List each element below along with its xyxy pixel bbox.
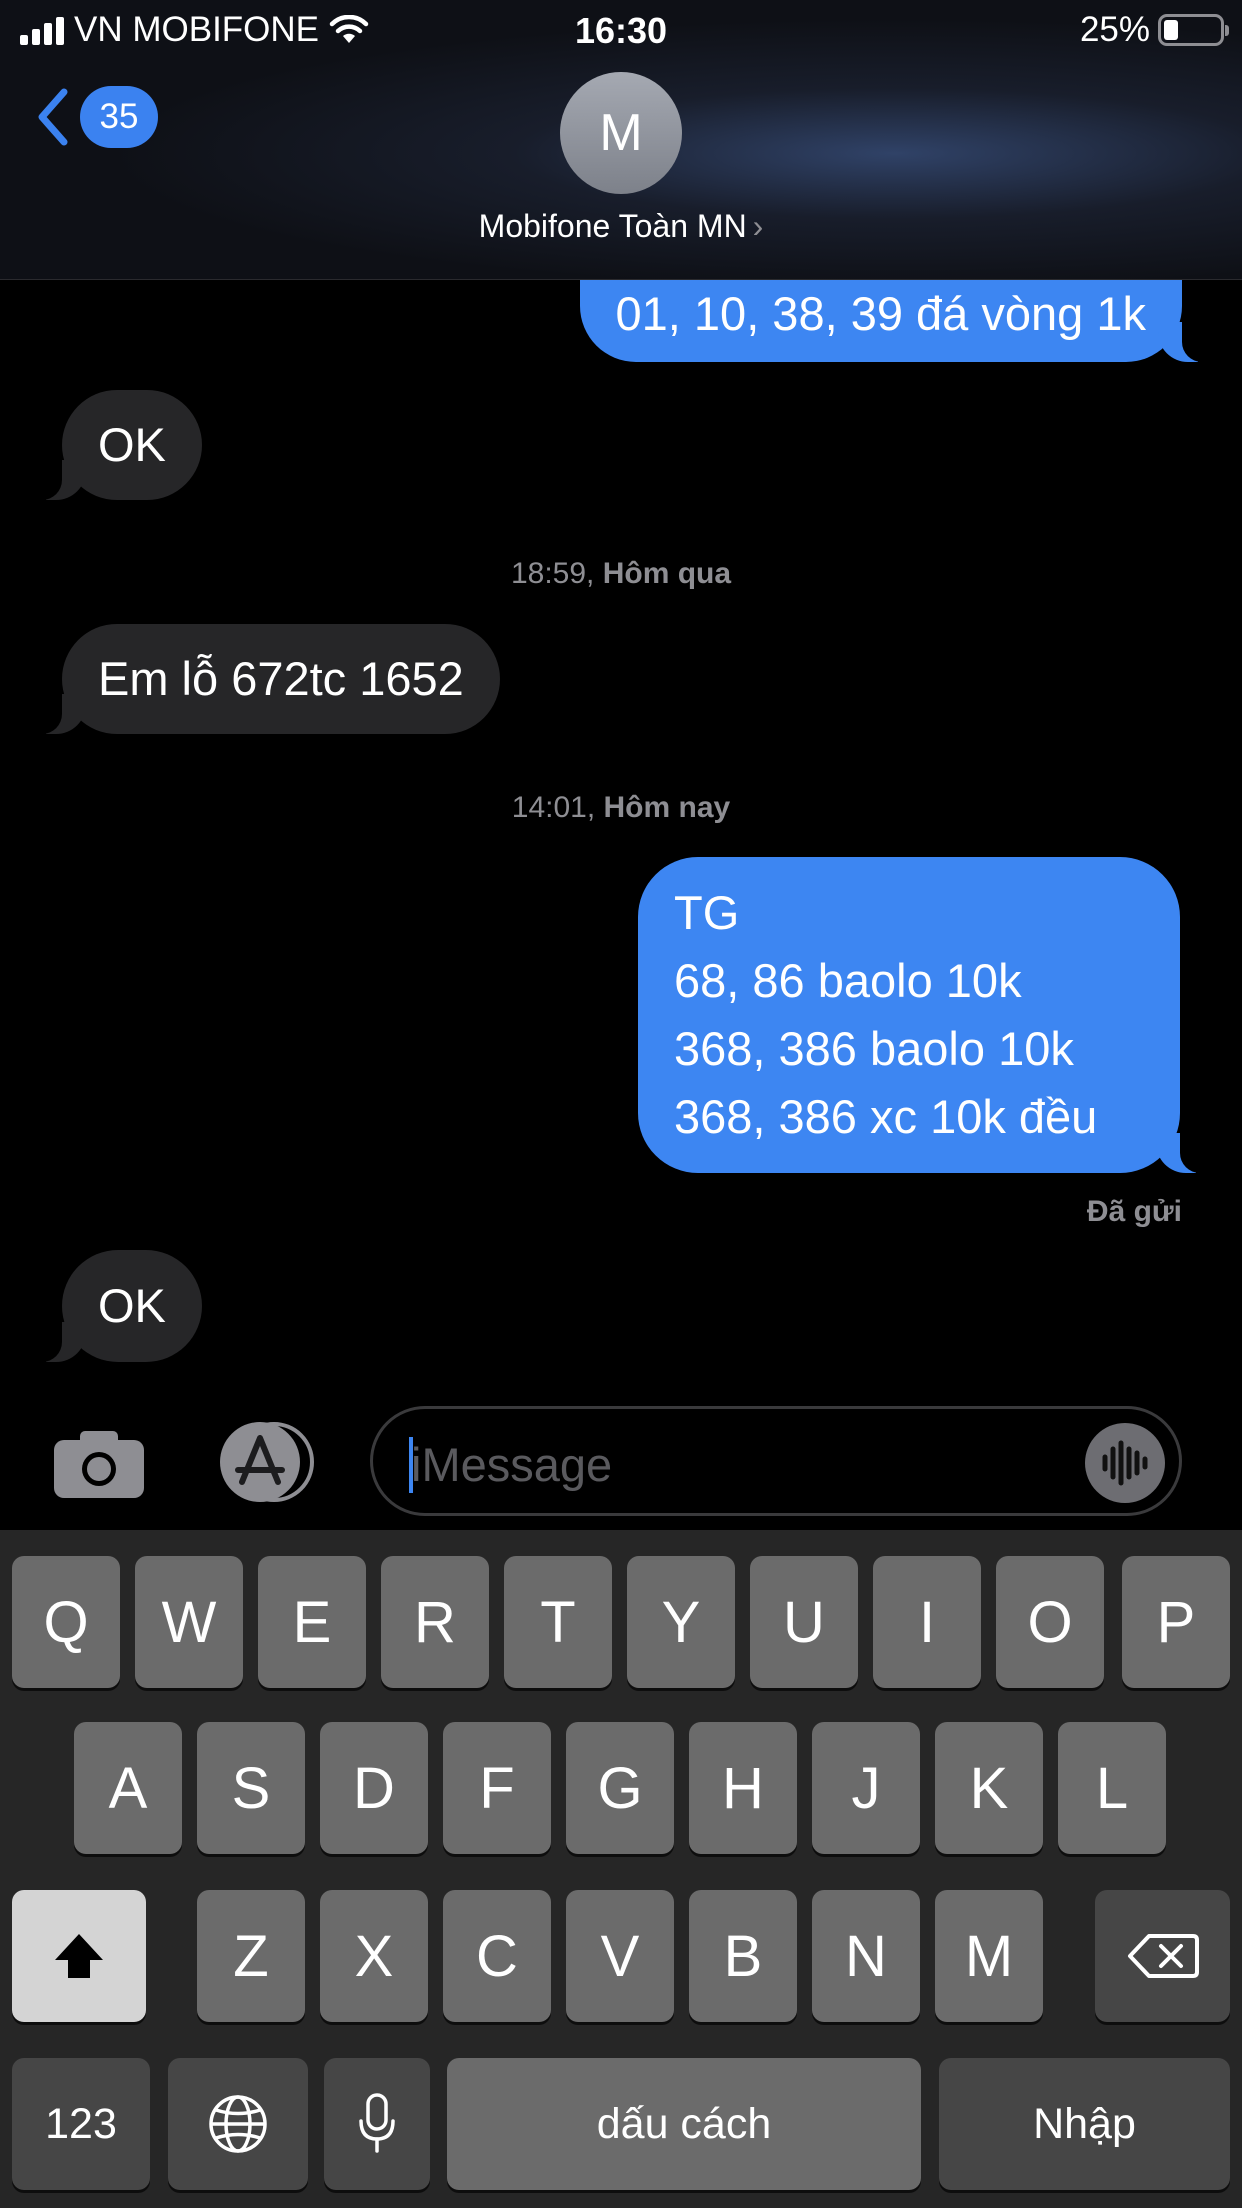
battery-percent: 25%	[1079, 10, 1150, 49]
status-right: 25%	[1079, 10, 1229, 50]
dictation-key[interactable]	[324, 2058, 430, 2190]
key-h[interactable]: H	[689, 1722, 797, 1854]
key-f[interactable]: F	[443, 1722, 551, 1854]
status-time: 16:30	[574, 10, 668, 51]
timestamp-time: 18:59,	[510, 557, 603, 590]
key-i[interactable]: I	[873, 1556, 981, 1688]
numbers-key[interactable]: 123	[12, 2058, 150, 2190]
message-outgoing[interactable]: TG 68, 86 baolo 10k 368, 386 baolo 10k 3…	[638, 857, 1206, 1173]
message-line: 68, 86 baolo 10k	[674, 954, 1022, 1007]
timestamp-time: 14:01,	[511, 791, 604, 824]
message-input[interactable]: iMessage	[370, 1406, 1182, 1516]
backspace-icon	[1127, 1934, 1199, 1978]
key-s[interactable]: S	[197, 1722, 305, 1854]
key-o[interactable]: O	[996, 1556, 1104, 1688]
timestamp-day: Hôm qua	[602, 557, 732, 590]
key-e[interactable]: E	[258, 1556, 366, 1688]
key-p[interactable]: P	[1122, 1556, 1230, 1688]
message-line: TG	[674, 886, 740, 939]
key-w[interactable]: W	[135, 1556, 243, 1688]
app-store-icon[interactable]	[208, 1420, 316, 1504]
message-text: Em lỗ 672tc 1652	[98, 652, 464, 705]
unread-count-badge: 35	[80, 86, 158, 148]
key-q[interactable]: Q	[12, 1556, 120, 1688]
timestamp-day: Hôm nay	[603, 791, 731, 824]
message-incoming[interactable]: OK	[36, 390, 202, 500]
contact-name: Mobifone Toàn MN	[478, 208, 747, 244]
keyboard: Q W E R T Y U I O P A S D F G H J K L Z …	[0, 1530, 1242, 2208]
delete-key[interactable]	[1095, 1890, 1230, 2022]
key-u[interactable]: U	[750, 1556, 858, 1688]
message-incoming[interactable]: Em lỗ 672tc 1652	[36, 624, 500, 734]
key-x[interactable]: X	[320, 1890, 428, 2022]
message-text: 01, 10, 38, 39 đá vòng 1k	[615, 287, 1146, 340]
waveform-icon	[1102, 1440, 1148, 1486]
battery-icon	[1158, 14, 1229, 46]
shift-key[interactable]	[12, 1890, 146, 2022]
key-b[interactable]: B	[689, 1890, 797, 2022]
space-key[interactable]: dấu cách	[447, 2058, 921, 2190]
key-t[interactable]: T	[504, 1556, 612, 1688]
globe-icon	[209, 2095, 267, 2153]
message-text: OK	[98, 418, 166, 471]
delivered-status: Đã gửi	[1086, 1195, 1182, 1228]
message-text: OK	[98, 1279, 166, 1332]
key-m[interactable]: M	[935, 1890, 1043, 2022]
back-button[interactable]: 35	[34, 86, 158, 148]
timestamp: 18:59, Hôm qua	[0, 557, 1242, 591]
contact-name-button[interactable]: Mobifone Toàn MN ›	[0, 208, 1242, 245]
key-c[interactable]: C	[443, 1890, 551, 2022]
key-j[interactable]: J	[812, 1722, 920, 1854]
timestamp: 14:01, Hôm nay	[0, 791, 1242, 825]
chevron-left-icon	[38, 88, 68, 146]
camera-icon[interactable]	[52, 1428, 146, 1500]
message-incoming[interactable]: OK	[36, 1250, 202, 1362]
microphone-icon	[359, 2093, 395, 2153]
key-r[interactable]: R	[381, 1556, 489, 1688]
key-v[interactable]: V	[566, 1890, 674, 2022]
key-a[interactable]: A	[74, 1722, 182, 1854]
message-line: 368, 386 xc 10k đều	[674, 1090, 1098, 1143]
key-z[interactable]: Z	[197, 1890, 305, 2022]
message-placeholder: iMessage	[411, 1438, 613, 1491]
key-g[interactable]: G	[566, 1722, 674, 1854]
key-l[interactable]: L	[1058, 1722, 1166, 1854]
globe-key[interactable]	[168, 2058, 308, 2190]
key-k[interactable]: K	[935, 1722, 1043, 1854]
key-y[interactable]: Y	[627, 1556, 735, 1688]
key-n[interactable]: N	[812, 1890, 920, 2022]
compose-bar: iMessage	[0, 1398, 1242, 1528]
audio-message-button[interactable]	[1085, 1423, 1165, 1503]
return-key[interactable]: Nhập	[939, 2058, 1230, 2190]
chevron-right-icon: ›	[752, 208, 764, 244]
message-line: 368, 386 baolo 10k	[674, 1022, 1074, 1075]
key-d[interactable]: D	[320, 1722, 428, 1854]
shift-arrow-icon	[55, 1934, 103, 1978]
status-bar: VN MOBIFONE 16:30 25%	[0, 0, 1242, 62]
contact-avatar[interactable]: M	[560, 72, 682, 194]
